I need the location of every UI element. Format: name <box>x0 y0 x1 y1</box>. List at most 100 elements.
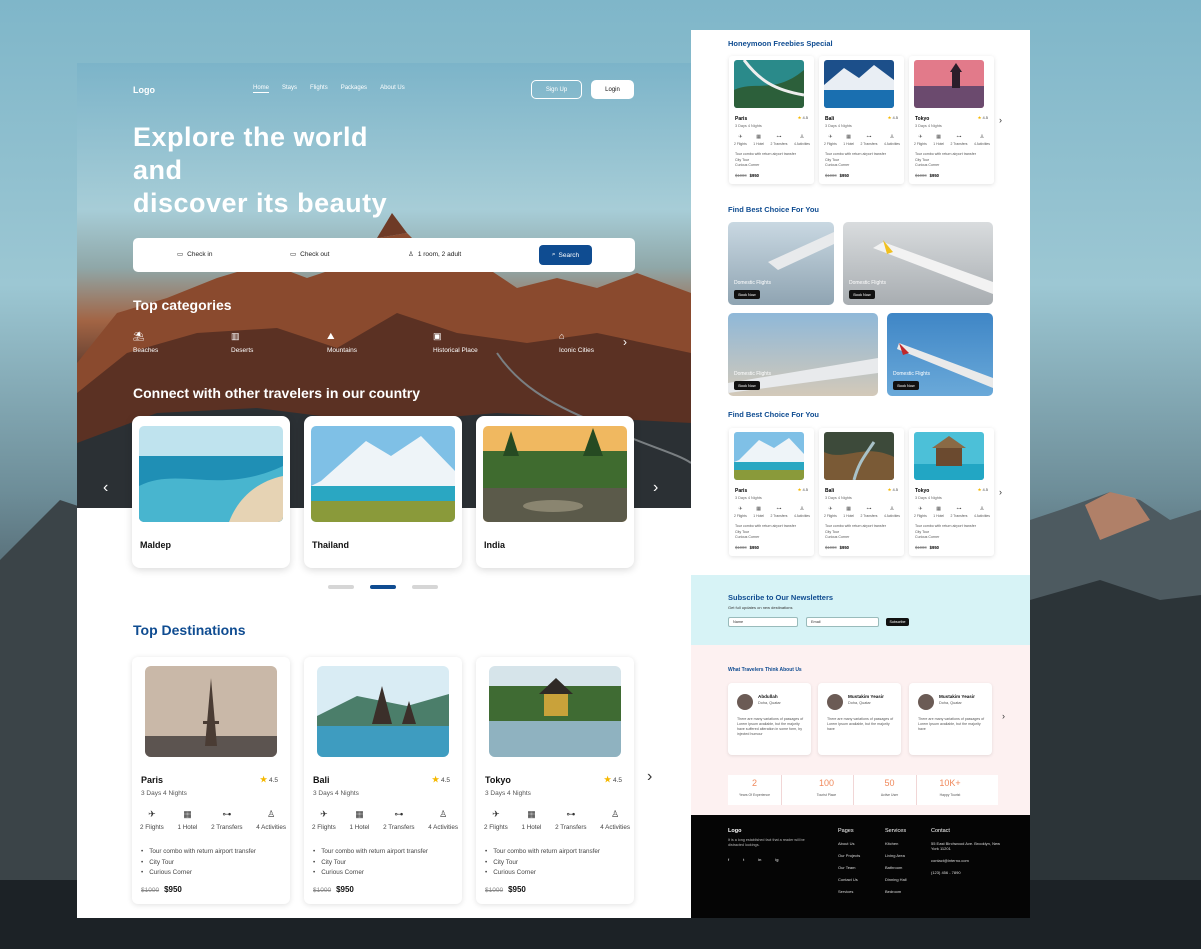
footer-heading: Services <box>885 828 907 834</box>
testimonial-text: There are many variations of passages of… <box>827 717 894 731</box>
category-mountains[interactable]: ⛰ Mountains <box>327 331 357 354</box>
nav-packages[interactable]: Packages <box>341 85 367 93</box>
book-now-button[interactable]: Book Now <box>734 290 760 299</box>
nav-flights[interactable]: Flights <box>310 85 328 93</box>
twitter-icon[interactable]: t <box>743 857 744 862</box>
checkout-field[interactable]: ▭ Check out <box>290 250 329 259</box>
footer-pages: Pages About Us Our Projects Our Team Con… <box>838 828 860 901</box>
category-historical[interactable]: ▣ Historical Place <box>433 331 478 354</box>
footer-link[interactable]: Kitchen <box>885 841 907 846</box>
chevron-right-icon[interactable]: › <box>647 768 652 786</box>
feature: ▦ 1 Hotel <box>753 506 764 518</box>
nav-stays[interactable]: Stays <box>282 85 297 93</box>
login-button[interactable]: Login <box>591 80 634 99</box>
travel-card-thailand[interactable]: Thailand <box>304 416 462 568</box>
choice-card-bali[interactable]: Bali ★ 4.5 3 Days 4 Nights ✈ 2 Flights ▦ 1 … <box>819 428 904 556</box>
flight-card[interactable]: Domestic Flights Book Now <box>887 313 993 396</box>
carousel-dot[interactable] <box>412 585 438 589</box>
chevron-left-icon[interactable]: ‹ <box>103 479 108 497</box>
nav-home[interactable]: Home <box>253 85 270 93</box>
flight-card[interactable]: Domestic Flights Book Now <box>728 313 878 396</box>
name-input[interactable]: Name <box>728 617 798 627</box>
rating: ★ 4.5 <box>798 487 808 492</box>
category-beaches[interactable]: ⛱ Beaches <box>133 331 158 354</box>
stat-item: 50 Active User <box>863 775 917 805</box>
card-name: Tokyo <box>915 488 930 494</box>
chevron-right-icon[interactable]: › <box>999 115 1002 125</box>
honeymoon-card-paris[interactable]: Paris ★ 4.5 3 Days 4 Nights ✈ 2 Flights ▦ 1… <box>729 56 814 184</box>
choice-card-paris[interactable]: Paris ★ 4.5 3 Days 4 Nights ✈ 2 Flights ▦ 1… <box>729 428 814 556</box>
list-item: Curious Corner <box>313 868 428 879</box>
carousel-dot[interactable] <box>328 585 354 589</box>
checkin-field[interactable]: ▭ Check in <box>177 250 212 259</box>
car-icon: ⊶ <box>394 809 404 819</box>
chevron-right-icon[interactable]: › <box>623 335 627 349</box>
card-name: Tokyo <box>915 116 930 122</box>
footer-link[interactable]: Contact Us <box>838 877 860 882</box>
category-iconic-cities[interactable]: ⌂ Iconic Cities <box>559 331 594 354</box>
destination-card-bali[interactable]: Bali ★ 4.5 3 Days 4 Nights ✈ 2 Flights ▦ 1… <box>304 657 462 904</box>
price: $1000 $950 <box>735 173 759 178</box>
forest-river-image <box>483 426 627 522</box>
flight-card[interactable]: Domestic Flights Book Now <box>843 222 993 305</box>
footer-logo[interactable]: Logo <box>728 828 741 834</box>
footer-link[interactable]: Our Team <box>838 865 860 870</box>
feature: ✈ 2 Flights <box>824 134 837 146</box>
choice-card-tokyo[interactable]: Tokyo ★ 4.5 3 Days 4 Nights ✈ 2 Flights ▦ 1… <box>909 428 994 556</box>
footer-link[interactable]: Services <box>838 889 860 894</box>
travel-card-maldep[interactable]: Maldep <box>132 416 290 568</box>
testimonial-name: Mustakim Yeasir <box>939 694 975 699</box>
person-icon: ♙ <box>439 809 448 819</box>
person-icon: ♙ <box>889 506 895 512</box>
book-now-button[interactable]: Book Now <box>734 381 760 390</box>
chevron-right-icon[interactable]: › <box>1002 711 1005 721</box>
nav-about[interactable]: About Us <box>380 85 405 93</box>
honeymoon-card-bali[interactable]: Bali ★ 4.5 3 Days 4 Nights ✈ 2 Flights ▦ 1 … <box>819 56 904 184</box>
email-input[interactable]: Email <box>806 617 879 627</box>
feature: ✈ 2 Flights <box>914 134 927 146</box>
feature: ✈ 2 Flights <box>914 506 927 518</box>
feature-label: 1 Hotel <box>753 142 765 146</box>
rating: ★ 4.5 <box>604 775 622 784</box>
feature-hotel: ▦ 1 Hotel <box>521 809 541 831</box>
plane-icon: ✈ <box>918 506 923 512</box>
footer-link[interactable]: About Us <box>838 841 860 846</box>
feature: ♙ 4 Activities <box>794 134 810 146</box>
category-deserts[interactable]: ▥ Deserts <box>231 331 253 354</box>
star-icon: ★ <box>887 115 892 120</box>
flight-card[interactable]: Domestic Flights Book Now <box>728 222 834 305</box>
footer-phone[interactable]: (123) 456 - 7890 <box>931 870 1001 875</box>
book-now-button[interactable]: Book Now <box>893 381 919 390</box>
chevron-right-icon[interactable]: › <box>653 479 658 497</box>
stat-label: Active User <box>880 793 899 797</box>
inclusions-list: Tour combo with return airport transfer … <box>313 847 428 879</box>
signup-button[interactable]: Sign Up <box>531 80 582 99</box>
canyon-image <box>824 432 894 480</box>
honeymoon-card-tokyo[interactable]: Tokyo ★ 4.5 3 Days 4 Nights ✈ 2 Flights ▦ 1… <box>909 56 994 184</box>
footer-link[interactable]: Dinning Hall <box>885 877 907 882</box>
facebook-icon[interactable]: f <box>728 857 729 862</box>
footer-link[interactable]: Living Area <box>885 853 907 858</box>
footer-link[interactable]: Bedroom <box>885 889 907 894</box>
inclusions-list: Tour combo with return airport transfer … <box>141 847 256 879</box>
chevron-right-icon[interactable]: › <box>999 487 1002 497</box>
feature: ✈ 2 Flights <box>734 134 747 146</box>
logo[interactable]: Logo <box>133 85 155 95</box>
footer-link[interactable]: Our Projects <box>838 853 860 858</box>
linkedin-icon[interactable]: in <box>758 857 761 862</box>
destination-card-tokyo[interactable]: Tokyo ★ 4.5 3 Days 4 Nights ✈ 2 Flights ▦… <box>476 657 634 904</box>
list-item: Tour combo with return airport transfer <box>735 152 796 156</box>
destination-card-paris[interactable]: Paris ★ 4.5 3 Days 4 Nights ✈ 2 Flights ▦… <box>132 657 290 904</box>
duration: 3 Days 4 Nights <box>735 124 762 128</box>
carousel-dot-active[interactable] <box>370 585 396 589</box>
car-icon: ⊶ <box>776 506 782 512</box>
footer-email[interactable]: contact@interno.com <box>931 858 1001 863</box>
travel-card-india[interactable]: India <box>476 416 634 568</box>
search-button[interactable]: ⌕ Search <box>539 245 592 265</box>
book-now-button[interactable]: Book Now <box>849 290 875 299</box>
subscribe-button[interactable]: Subscribe <box>886 618 909 626</box>
footer-link[interactable]: Bathroom <box>885 865 907 870</box>
guests-field[interactable]: ♙ 1 room, 2 adult <box>408 250 461 259</box>
list-item: Tour combo with return airport transfer <box>313 847 428 858</box>
instagram-icon[interactable]: ig <box>775 857 778 862</box>
